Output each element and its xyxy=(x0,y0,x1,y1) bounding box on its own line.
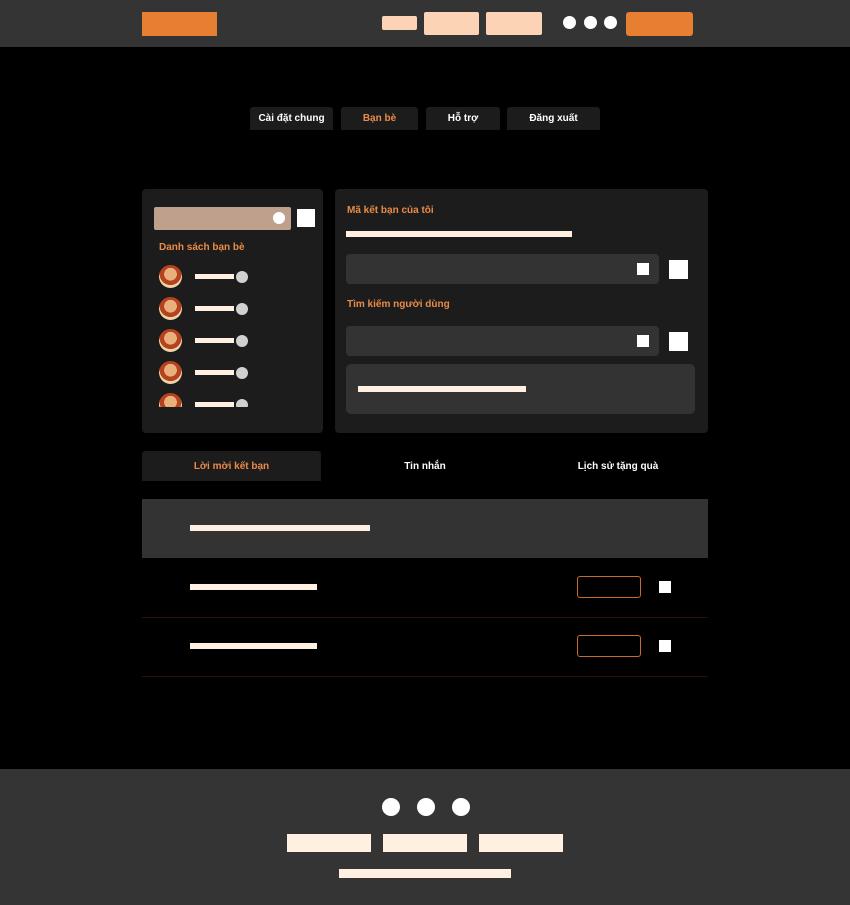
footer-social-icon-1[interactable] xyxy=(382,798,400,816)
friend-list xyxy=(154,262,314,407)
subtab-label: Lời mời kết bạn xyxy=(193,460,270,472)
avatar xyxy=(159,393,182,407)
copy-icon[interactable] xyxy=(637,263,649,275)
subtab-messages[interactable]: Tin nhắn xyxy=(330,451,520,481)
footer-link-1[interactable] xyxy=(287,834,371,852)
add-friend-icon[interactable] xyxy=(297,209,315,227)
row-divider xyxy=(142,676,708,677)
list-item[interactable] xyxy=(154,262,314,294)
status-dot-icon xyxy=(236,271,248,283)
header-cta-button[interactable] xyxy=(626,12,693,36)
subtab-gift-history[interactable]: Lịch sử tặng quà xyxy=(528,451,708,481)
subtab-label: Lịch sử tặng quà xyxy=(577,460,659,472)
status-dot-icon xyxy=(236,399,248,407)
request-name-placeholder xyxy=(190,584,317,590)
subtab-label: Tin nhắn xyxy=(404,460,446,472)
avatar xyxy=(159,329,182,352)
nav-link-1[interactable] xyxy=(382,16,417,30)
add-by-code-button[interactable] xyxy=(669,260,688,279)
status-dot-icon xyxy=(236,303,248,315)
friend-name-placeholder xyxy=(195,274,234,279)
footer-copyright xyxy=(339,869,511,878)
list-item[interactable] xyxy=(154,326,314,358)
friend-search-input[interactable] xyxy=(154,207,291,230)
friend-name-placeholder xyxy=(195,370,234,375)
nav-link-3[interactable] xyxy=(486,12,542,35)
accept-request-button[interactable] xyxy=(577,576,641,598)
list-item[interactable] xyxy=(154,390,314,407)
decline-icon[interactable] xyxy=(659,640,671,652)
footer-link-2[interactable] xyxy=(383,834,467,852)
my-code-value xyxy=(346,231,572,237)
list-item[interactable] xyxy=(154,294,314,326)
avatar xyxy=(159,297,182,320)
site-logo[interactable] xyxy=(142,12,217,36)
avatar xyxy=(159,361,182,384)
list-item[interactable] xyxy=(154,358,314,390)
footer-social-icon-3[interactable] xyxy=(452,798,470,816)
tab-support[interactable]: Hỗ trợ xyxy=(426,107,500,130)
friend-name-placeholder xyxy=(195,402,234,407)
search-icon[interactable] xyxy=(637,335,649,347)
friend-name-placeholder xyxy=(195,306,234,311)
friends-list-title: Danh sách bạn bè xyxy=(159,242,245,253)
social-icon-1[interactable] xyxy=(563,16,576,29)
accept-request-button[interactable] xyxy=(577,635,641,657)
avatar xyxy=(159,265,182,288)
friend-name-placeholder xyxy=(195,338,234,343)
status-dot-icon xyxy=(236,335,248,347)
search-toggle-icon[interactable] xyxy=(273,212,285,224)
user-search-input[interactable] xyxy=(346,326,659,356)
tab-general-settings[interactable]: Cài đặt chung xyxy=(250,107,333,130)
social-icon-2[interactable] xyxy=(584,16,597,29)
request-name-placeholder xyxy=(190,643,317,649)
social-icon-3[interactable] xyxy=(604,16,617,29)
search-result-placeholder xyxy=(358,386,526,392)
tab-label: Cài đặt chung xyxy=(258,113,325,124)
subtab-friend-requests[interactable]: Lời mời kết bạn xyxy=(142,451,321,481)
status-dot-icon xyxy=(236,367,248,379)
table-header-placeholder xyxy=(190,525,370,531)
footer-social-icon-2[interactable] xyxy=(417,798,435,816)
tab-label: Đăng xuất xyxy=(529,113,578,124)
search-button[interactable] xyxy=(669,332,688,351)
tab-label: Hỗ trợ xyxy=(447,113,479,124)
nav-link-2[interactable] xyxy=(424,12,479,35)
footer-link-3[interactable] xyxy=(479,834,563,852)
my-code-title: Mã kết bạn của tôi xyxy=(347,205,434,216)
tab-label: Bạn bè xyxy=(362,113,397,124)
tab-friends[interactable]: Bạn bè xyxy=(341,107,418,130)
user-search-title: Tìm kiếm người dùng xyxy=(347,299,450,310)
friend-code-input[interactable] xyxy=(346,254,659,284)
decline-icon[interactable] xyxy=(659,581,671,593)
tab-logout[interactable]: Đăng xuất xyxy=(507,107,600,130)
